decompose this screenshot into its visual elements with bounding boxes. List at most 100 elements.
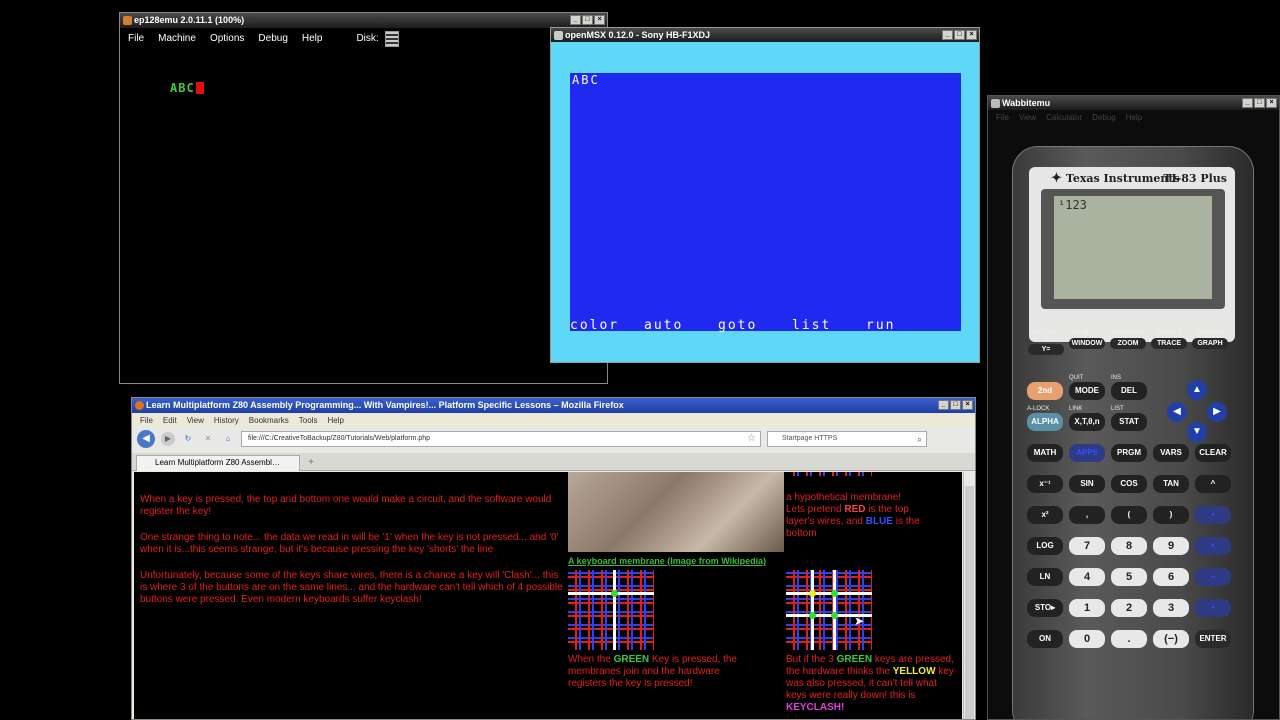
openmsx-screen[interactable]: ABC color auto goto list run	[570, 73, 961, 333]
menu-edit[interactable]: Edit	[163, 416, 177, 425]
key-open-paren[interactable]: (	[1111, 506, 1147, 524]
minimize-button[interactable]: _	[570, 15, 581, 25]
menu-view[interactable]: View	[187, 416, 204, 425]
back-icon[interactable]: ◀	[137, 430, 155, 448]
minimize-button[interactable]: _	[1242, 98, 1253, 108]
key-8[interactable]: 8	[1111, 537, 1147, 555]
menu-file[interactable]: File	[996, 113, 1009, 122]
menu-options[interactable]: Options	[210, 33, 244, 44]
maximize-button[interactable]: □	[954, 30, 965, 40]
forward-icon[interactable]: ▶	[161, 432, 175, 446]
key-2[interactable]: 2	[1111, 599, 1147, 617]
reload-icon[interactable]: ↻	[181, 432, 195, 446]
key-negative[interactable]: (−)	[1153, 630, 1189, 648]
fkey-y-equals[interactable]: STAT PLOT F1 Y=	[1027, 330, 1065, 355]
key-del[interactable]: DEL	[1111, 382, 1147, 400]
key-prgm[interactable]: PRGM	[1111, 444, 1147, 462]
menu-calculator[interactable]: Calculator	[1046, 113, 1082, 122]
minimize-button[interactable]: _	[938, 400, 949, 410]
key-inverse[interactable]: x⁻¹	[1027, 475, 1063, 493]
key-apps[interactable]: APPS	[1069, 444, 1105, 462]
menu-bookmarks[interactable]: Bookmarks	[249, 416, 289, 425]
close-button[interactable]: ×	[966, 30, 977, 40]
key-6[interactable]: 6	[1153, 568, 1189, 586]
menu-debug[interactable]: Debug	[1092, 113, 1116, 122]
maximize-button[interactable]: □	[582, 15, 593, 25]
menu-help[interactable]: Help	[302, 33, 323, 44]
fkey-window[interactable]: TBLSET F2 WINDOW	[1068, 330, 1106, 355]
key-2nd[interactable]: 2nd	[1027, 382, 1063, 400]
key-tan[interactable]: TAN	[1153, 475, 1189, 493]
fkey-trace[interactable]: CALC F4 TRACE	[1150, 330, 1188, 355]
key-alpha[interactable]: ALPHA	[1027, 413, 1063, 431]
fkey-graph[interactable]: TABLE F5 GRAPH	[1191, 330, 1229, 355]
wabbitemu-titlebar[interactable]: Wabbitemu _ □ ×	[988, 96, 1279, 110]
bookmark-star-icon[interactable]: ☆	[747, 432, 756, 446]
page-scrollbar[interactable]	[963, 472, 975, 719]
maximize-button[interactable]: □	[950, 400, 961, 410]
scrollbar-thumb[interactable]	[965, 486, 974, 719]
menu-debug[interactable]: Debug	[258, 33, 287, 44]
menu-file[interactable]: File	[128, 33, 144, 44]
maximize-button[interactable]: □	[1254, 98, 1265, 108]
menu-file[interactable]: File	[140, 416, 153, 425]
fkey-zoom[interactable]: FORMAT F3 ZOOM	[1109, 330, 1147, 355]
close-button[interactable]: ×	[594, 15, 605, 25]
key-square[interactable]: x²	[1027, 506, 1063, 524]
tab-active[interactable]: Learn Multiplatform Z80 Assembl…	[136, 455, 300, 471]
key-1[interactable]: 1	[1069, 599, 1105, 617]
menu-help[interactable]: Help	[327, 416, 343, 425]
key-plus[interactable]: +	[1195, 599, 1231, 617]
disk-indicator-icon[interactable]	[384, 30, 399, 47]
ep128emu-screen[interactable]: ABC	[121, 49, 606, 383]
key-caret[interactable]: ^	[1195, 475, 1231, 493]
key-xt-theta-n[interactable]: X,T,θ,n	[1069, 413, 1105, 431]
menu-history[interactable]: History	[214, 416, 239, 425]
key-divide[interactable]: ÷	[1195, 506, 1231, 524]
key-enter[interactable]: ENTER	[1195, 630, 1231, 648]
key-7[interactable]: 7	[1069, 537, 1105, 555]
lcd-screen[interactable]: ¹123	[1054, 196, 1212, 299]
url-bar[interactable]: file:///C:/CreativeToBackup/Z80/Tutorial…	[241, 431, 761, 447]
close-button[interactable]: ×	[962, 400, 973, 410]
key-4[interactable]: 4	[1069, 568, 1105, 586]
new-tab-button[interactable]: +	[304, 457, 318, 469]
key-decimal[interactable]: .	[1111, 630, 1147, 648]
menu-machine[interactable]: Machine	[158, 33, 196, 44]
menu-view[interactable]: View	[1019, 113, 1036, 122]
key-0[interactable]: 0	[1069, 630, 1105, 648]
minimize-button[interactable]: _	[942, 30, 953, 40]
key-vars[interactable]: VARS	[1153, 444, 1189, 462]
key-multiply[interactable]: ×	[1195, 537, 1231, 555]
key-minus[interactable]: −	[1195, 568, 1231, 586]
key-log[interactable]: LOG	[1027, 537, 1063, 555]
close-button[interactable]: ×	[1266, 98, 1277, 108]
key-mode[interactable]: MODE	[1069, 382, 1105, 400]
key-close-paren[interactable]: )	[1153, 506, 1189, 524]
key-sto[interactable]: STO▸	[1027, 599, 1063, 617]
search-bar[interactable]: Startpage HTTPS ⌕	[767, 431, 927, 447]
firefox-titlebar[interactable]: Learn Multiplatform Z80 Assembly Program…	[132, 398, 975, 413]
key-clear[interactable]: CLEAR	[1195, 444, 1231, 462]
key-5[interactable]: 5	[1111, 568, 1147, 586]
key-comma[interactable]: ,	[1069, 506, 1105, 524]
stop-icon[interactable]: ✕	[201, 432, 215, 446]
menu-tools[interactable]: Tools	[299, 416, 318, 425]
key-ln[interactable]: LN	[1027, 568, 1063, 586]
arrow-up-icon[interactable]: ▲	[1187, 380, 1207, 400]
key-cos[interactable]: COS	[1111, 475, 1147, 493]
arrow-left-icon[interactable]: ◀	[1167, 402, 1187, 422]
openmsx-titlebar[interactable]: openMSX 0.12.0 - Sony HB-F1XDJ _ □ ×	[551, 28, 979, 42]
key-sin[interactable]: SIN	[1069, 475, 1105, 493]
search-icon[interactable]: ⌕	[917, 432, 922, 446]
arrow-down-icon[interactable]: ▼	[1187, 422, 1207, 442]
key-stat[interactable]: STAT	[1111, 413, 1147, 431]
ep128emu-titlebar[interactable]: ep128emu 2.0.11.1 (100%) _ □ ×	[120, 13, 607, 28]
home-icon[interactable]: ⌂	[221, 432, 235, 446]
key-math[interactable]: MATH	[1027, 444, 1063, 462]
arrow-right-icon[interactable]: ▶	[1207, 402, 1227, 422]
key-3[interactable]: 3	[1153, 599, 1189, 617]
photo-caption-link[interactable]: A keyboard membrane (Image from Wikipedi…	[568, 556, 766, 566]
key-9[interactable]: 9	[1153, 537, 1189, 555]
menu-help[interactable]: Help	[1126, 113, 1142, 122]
